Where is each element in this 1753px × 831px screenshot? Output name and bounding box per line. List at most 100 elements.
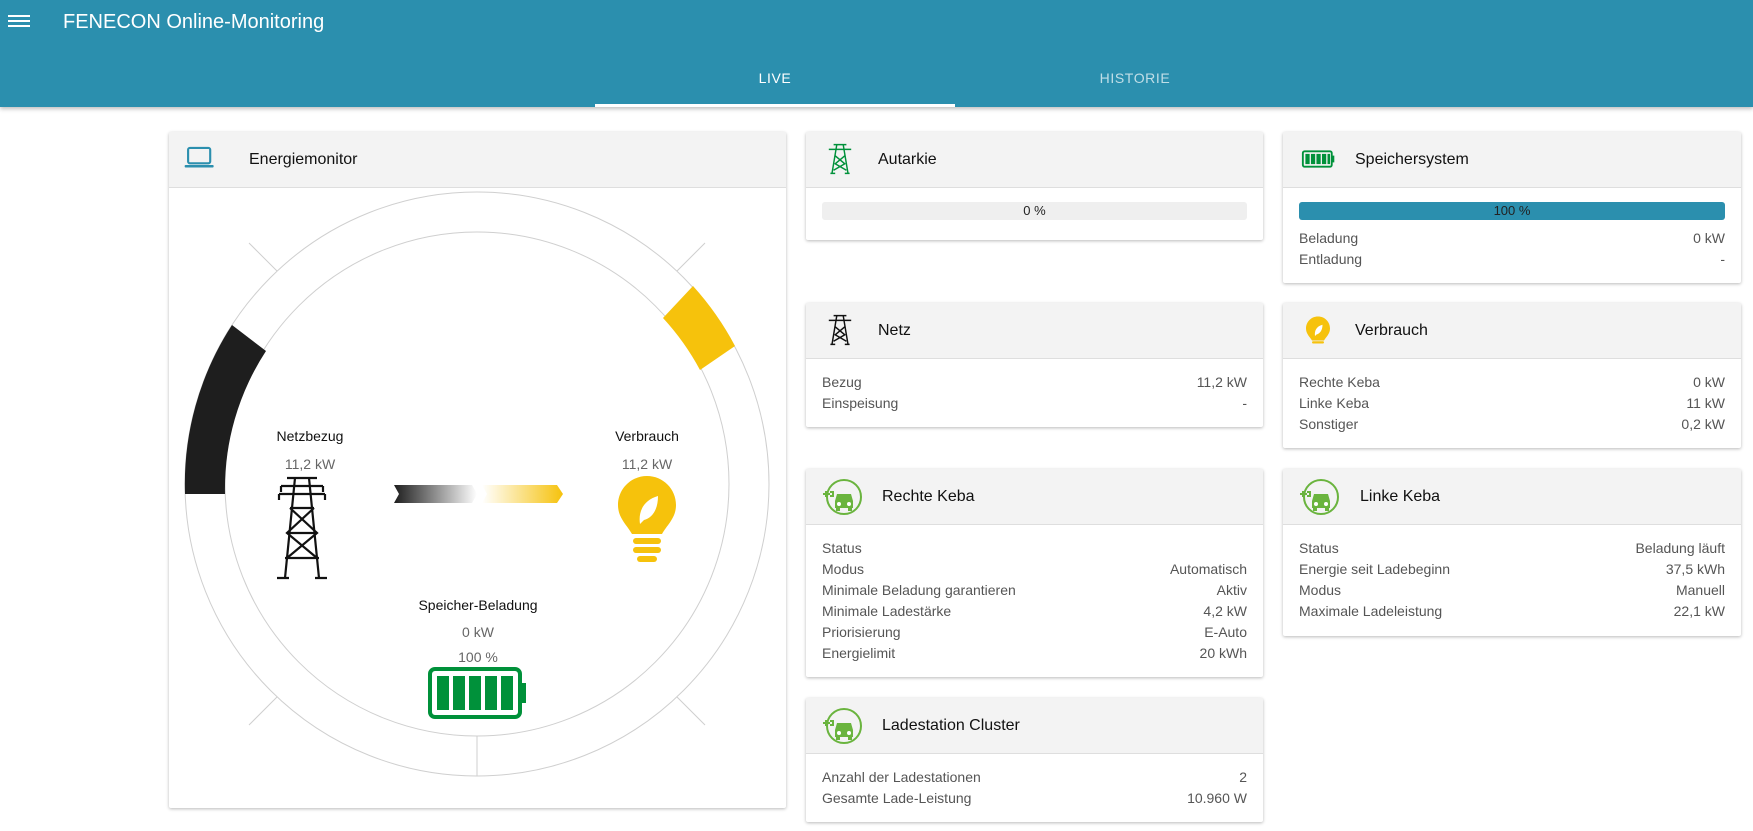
data-row: Energie seit Ladebeginn 37,5 kWh bbox=[1299, 559, 1725, 580]
row-value: - bbox=[1720, 251, 1725, 267]
power-tower-icon bbox=[828, 143, 852, 175]
rechte-keba-card: Rechte Keba Status Modus Automatisch Mini… bbox=[806, 469, 1263, 677]
data-row: Sonstiger 0,2 kW bbox=[1299, 414, 1725, 435]
ring-divider bbox=[676, 696, 706, 726]
tab-live[interactable]: LIVE bbox=[595, 58, 955, 107]
app-title: FENECON Online-Monitoring bbox=[63, 11, 325, 33]
netzbezug-label: Netzbezug bbox=[276, 428, 344, 444]
data-row: Linke Keba 11 kW bbox=[1299, 393, 1725, 414]
row-value: 20 kWh bbox=[1199, 645, 1247, 661]
netzbezug-value: 11,2 kW bbox=[284, 456, 336, 472]
data-row: Beladung 0 kW bbox=[1299, 228, 1725, 249]
row-value: Automatisch bbox=[1169, 561, 1247, 577]
speicher-percent: 100 % bbox=[1493, 203, 1531, 218]
top-app-bar: FENECON Online-Monitoring LIVE HISTORIE bbox=[0, 0, 1753, 107]
card-title: Energiemonitor bbox=[249, 151, 358, 168]
row-label: Bezug bbox=[822, 374, 862, 390]
row-value: Manuell bbox=[1675, 582, 1725, 598]
data-row: Bezug 11,2 kW bbox=[822, 372, 1247, 393]
card-header: Ladestation Cluster bbox=[806, 698, 1263, 754]
card-title: Speichersystem bbox=[1355, 151, 1469, 168]
row-label: Priorisierung bbox=[822, 624, 901, 640]
data-row: Status bbox=[822, 538, 1247, 559]
row-value: Beladung läuft bbox=[1635, 540, 1725, 556]
card-header: Linke Keba bbox=[1283, 469, 1741, 525]
card-title: Netz bbox=[878, 322, 911, 339]
row-label: Linke Keba bbox=[1299, 395, 1370, 411]
energiemonitor-card: Energiemonitor Netzbezug 11,2 kW Verbrau… bbox=[169, 132, 786, 808]
linke-keba-card: Linke Keba Status Beladung läuft Energie … bbox=[1283, 469, 1741, 636]
row-label: Rechte Keba bbox=[1299, 374, 1380, 390]
flow-arrow-grid bbox=[394, 485, 477, 503]
verbrauch-value: 11,2 kW bbox=[621, 456, 673, 472]
card-header: Autarkie bbox=[806, 132, 1263, 188]
card-header: Energiemonitor bbox=[169, 132, 786, 188]
row-label: Beladung bbox=[1299, 230, 1359, 246]
row-value: 4,2 kW bbox=[1203, 603, 1247, 619]
data-row: Entladung - bbox=[1299, 249, 1725, 270]
card-header: Rechte Keba bbox=[806, 469, 1263, 525]
row-label: Energielimit bbox=[822, 645, 896, 661]
data-row: Gesamte Lade-Leistung 10.960 W bbox=[822, 788, 1247, 809]
row-value: 11 kW bbox=[1686, 395, 1725, 411]
row-value: 0,2 kW bbox=[1681, 416, 1725, 432]
flow-arrow-consumption bbox=[482, 485, 563, 503]
ring-divider bbox=[248, 696, 278, 726]
row-label: Modus bbox=[1299, 582, 1342, 598]
card-header: Verbrauch bbox=[1283, 303, 1741, 359]
card-title: Linke Keba bbox=[1360, 488, 1441, 505]
autarkie-percent: 0 % bbox=[1023, 203, 1046, 218]
row-value: 0 kW bbox=[1693, 230, 1725, 246]
row-label: Status bbox=[822, 540, 862, 556]
row-value: Aktiv bbox=[1216, 582, 1247, 598]
row-label: Modus bbox=[822, 561, 865, 577]
card-title: Ladestation Cluster bbox=[882, 717, 1020, 734]
verbrauch-card: Verbrauch Rechte Keba 0 kW Linke Keba 11 k… bbox=[1283, 303, 1741, 448]
row-label: Sonstiger bbox=[1299, 416, 1359, 432]
data-row: Anzahl der Ladestationen 2 bbox=[822, 767, 1247, 788]
row-value: 0 kW bbox=[1693, 374, 1725, 390]
ev-charger-icon bbox=[823, 708, 862, 744]
row-label: Maximale Ladeleistung bbox=[1299, 603, 1443, 619]
laptop-icon bbox=[184, 146, 214, 168]
data-row: Modus Automatisch bbox=[822, 559, 1247, 580]
speicher-label: Speicher-Beladung bbox=[418, 597, 538, 613]
autarkie-card: Autarkie 0 % bbox=[806, 132, 1263, 240]
row-value: 2 bbox=[1239, 769, 1247, 785]
row-label: Energie seit Ladebeginn bbox=[1299, 561, 1451, 577]
data-row: Minimale Ladestärke 4,2 kW bbox=[822, 601, 1247, 622]
verbrauch-label: Verbrauch bbox=[615, 428, 679, 444]
row-label: Minimale Ladestärke bbox=[822, 603, 952, 619]
ring-divider bbox=[676, 242, 706, 272]
row-label: Minimale Beladung garantieren bbox=[822, 582, 1016, 598]
lightbulb-icon bbox=[1306, 316, 1330, 344]
row-value: 10.960 W bbox=[1187, 790, 1247, 806]
row-value: 11,2 kW bbox=[1196, 374, 1247, 390]
lightbulb-icon bbox=[618, 476, 676, 562]
ev-charger-icon bbox=[823, 479, 862, 515]
row-label: Gesamte Lade-Leistung bbox=[822, 790, 972, 806]
energy-flow-diagram bbox=[184, 191, 770, 777]
ring-divider bbox=[248, 242, 278, 272]
card-header: Netz bbox=[806, 303, 1263, 359]
row-value: 22,1 kW bbox=[1673, 603, 1725, 619]
data-row: Status Beladung läuft bbox=[1299, 538, 1725, 559]
autarkie-progress: 0 % bbox=[822, 202, 1247, 220]
row-label: Anzahl der Ladestationen bbox=[822, 769, 981, 785]
row-value: 37,5 kWh bbox=[1665, 561, 1725, 577]
row-value: E-Auto bbox=[1204, 624, 1247, 640]
ev-charger-icon bbox=[1300, 479, 1339, 515]
card-header: Speichersystem bbox=[1283, 132, 1741, 188]
card-title: Autarkie bbox=[878, 151, 937, 168]
data-row: Einspeisung - bbox=[822, 393, 1247, 414]
data-row: Priorisierung E-Auto bbox=[822, 622, 1247, 643]
power-tower-icon bbox=[277, 476, 327, 580]
menu-icon[interactable] bbox=[8, 12, 30, 30]
tab-historie[interactable]: HISTORIE bbox=[955, 58, 1315, 107]
ladestation-cluster-card: Ladestation Cluster Anzahl der Ladestati… bbox=[806, 698, 1263, 822]
power-tower-icon bbox=[828, 314, 852, 346]
speicher-value: 0 kW bbox=[462, 624, 494, 640]
battery-icon bbox=[1301, 150, 1335, 168]
row-label: Einspeisung bbox=[822, 395, 899, 411]
netz-card: Netz Bezug 11,2 kW Einspeisung - bbox=[806, 303, 1263, 427]
